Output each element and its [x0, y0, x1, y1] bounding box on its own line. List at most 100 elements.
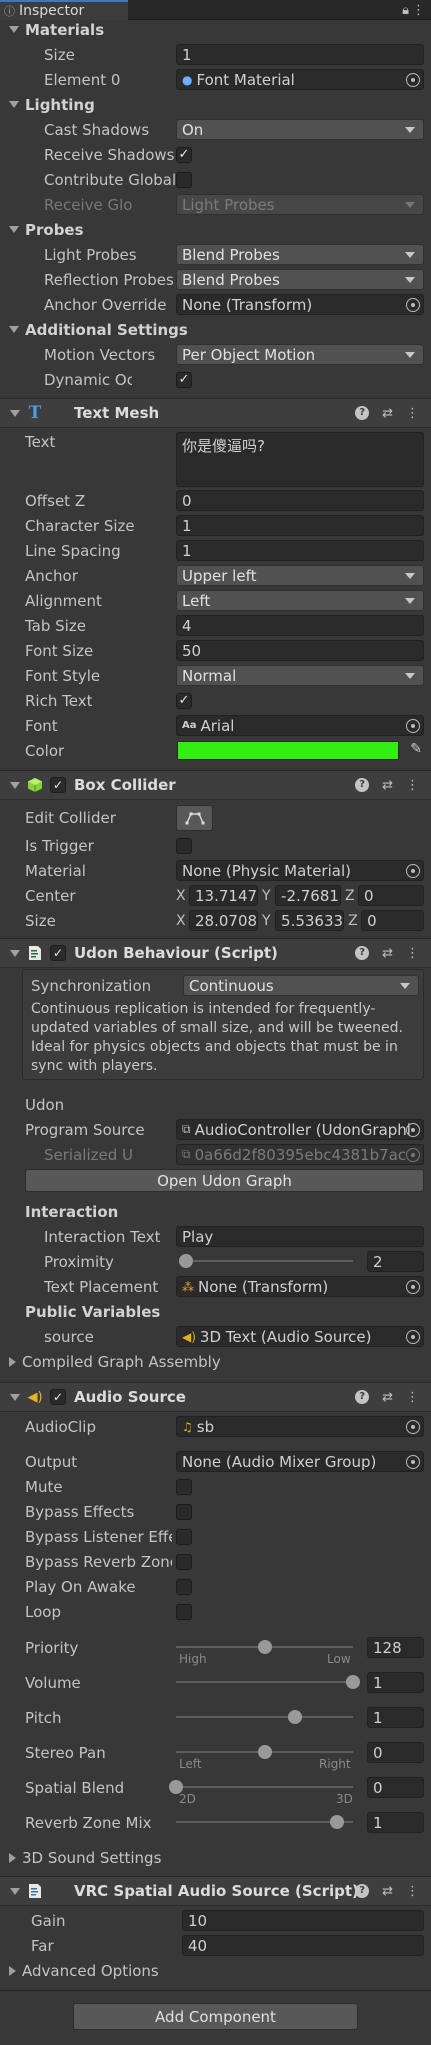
font-field[interactable]: Aa Arial: [176, 715, 424, 736]
reflection-probes-dropdown[interactable]: Blend Probes: [176, 269, 424, 290]
help-icon[interactable]: ?: [355, 405, 370, 420]
bypass-reverb-checkbox[interactable]: [176, 1553, 192, 1570]
sync-dropdown[interactable]: Continuous: [183, 975, 419, 996]
reverb-zone-mix-slider[interactable]: [176, 1815, 353, 1829]
loop-checkbox[interactable]: [176, 1603, 192, 1620]
cast-shadows-dropdown[interactable]: On: [176, 119, 424, 140]
presets-icon[interactable]: ⇄: [382, 778, 393, 793]
compiled-graph-foldout[interactable]: Compiled Graph Assembly: [0, 1349, 431, 1374]
audio-source-enabled-checkbox[interactable]: ✓: [50, 1389, 66, 1405]
font-style-dropdown[interactable]: Normal: [176, 665, 424, 686]
anchor-override-field[interactable]: None (Transform): [176, 294, 424, 315]
priority-field[interactable]: 128: [367, 1637, 424, 1658]
stereo-pan-slider-handle[interactable]: [257, 1745, 272, 1759]
box-collider-header[interactable]: ✓ Box Collider ? ⇄ ⋮: [0, 770, 431, 800]
proximity-field[interactable]: 2: [367, 1251, 424, 1272]
size-y-field[interactable]: 5.53633: [275, 910, 345, 931]
output-field[interactable]: None (Audio Mixer Group): [176, 1451, 424, 1472]
bypass-effects-checkbox[interactable]: [176, 1503, 192, 1520]
eyedropper-icon[interactable]: ✎: [410, 741, 422, 757]
interaction-text-field[interactable]: Play: [176, 1226, 424, 1247]
pitch-slider-handle[interactable]: [287, 1710, 302, 1724]
spatial-blend-slider[interactable]: [169, 1780, 353, 1794]
box-collider-enabled-checkbox[interactable]: ✓: [50, 777, 66, 793]
mute-checkbox[interactable]: [176, 1478, 192, 1495]
motion-vectors-dropdown[interactable]: Per Object Motion: [176, 344, 424, 365]
center-y-field[interactable]: -2.7681: [275, 885, 342, 906]
lighting-foldout[interactable]: Lighting: [0, 92, 431, 117]
size-z-field[interactable]: 0: [361, 910, 424, 931]
additional-settings-foldout[interactable]: Additional Settings: [0, 317, 431, 342]
stereo-pan-field[interactable]: 0: [367, 1742, 424, 1763]
program-source-field[interactable]: ⧉ AudioController (UdonGraphl: [176, 1119, 424, 1140]
help-icon[interactable]: ?: [355, 945, 370, 960]
proximity-slider-handle[interactable]: [179, 1254, 194, 1268]
is-trigger-checkbox[interactable]: [176, 837, 192, 854]
advanced-options-foldout[interactable]: Advanced Options: [0, 1958, 431, 1983]
color-swatch[interactable]: [177, 741, 399, 760]
help-icon[interactable]: ?: [355, 777, 370, 792]
help-icon[interactable]: ?: [355, 1883, 370, 1898]
spatial-blend-field[interactable]: 0: [367, 1777, 424, 1798]
text-mesh-header[interactable]: T Text Mesh ? ⇄ ⋮: [0, 398, 431, 428]
character-size-field[interactable]: 1: [176, 515, 424, 536]
component-menu-icon[interactable]: ⋮: [406, 1390, 419, 1405]
edit-collider-button[interactable]: [176, 805, 213, 831]
center-x-field[interactable]: 13.7147: [189, 885, 259, 906]
alignment-dropdown[interactable]: Left: [176, 590, 424, 611]
component-menu-icon[interactable]: ⋮: [406, 778, 419, 793]
dynamic-occlusion-checkbox[interactable]: ✓: [176, 371, 192, 388]
presets-icon[interactable]: ⇄: [382, 1884, 393, 1899]
materials-element-row: Element 0 ● Font Material: [0, 67, 431, 92]
component-menu-icon[interactable]: ⋮: [406, 946, 419, 961]
offset-z-field[interactable]: 0: [176, 490, 424, 511]
proximity-slider[interactable]: [179, 1254, 353, 1268]
reverb-zone-mix-slider-handle[interactable]: [330, 1815, 345, 1829]
materials-foldout[interactable]: Materials: [0, 17, 431, 42]
light-probes-dropdown[interactable]: Blend Probes: [176, 244, 424, 265]
tab-size-field[interactable]: 4: [176, 615, 424, 636]
gain-field[interactable]: 10: [182, 1910, 424, 1931]
component-menu-icon[interactable]: ⋮: [406, 406, 419, 421]
vrc-spatial-audio-header[interactable]: VRC Spatial Audio Source (Script) ? ⇄ ⋮: [0, 1876, 431, 1906]
volume-slider-handle[interactable]: [346, 1675, 360, 1689]
line-spacing-field[interactable]: 1: [176, 540, 424, 561]
open-udon-graph-button[interactable]: Open Udon Graph: [25, 1169, 424, 1192]
probes-foldout[interactable]: Probes: [0, 217, 431, 242]
3d-sound-settings-foldout[interactable]: 3D Sound Settings: [0, 1845, 431, 1870]
pitch-field[interactable]: 1: [367, 1707, 424, 1728]
presets-icon[interactable]: ⇄: [382, 1390, 393, 1405]
add-component-button[interactable]: Add Component: [73, 2003, 358, 2030]
anchor-dropdown[interactable]: Upper left: [176, 565, 424, 586]
component-menu-icon[interactable]: ⋮: [406, 1884, 419, 1899]
materials-size-field[interactable]: 1: [176, 44, 424, 65]
bypass-listener-checkbox[interactable]: [176, 1528, 192, 1545]
reverb-zone-mix-field[interactable]: 1: [367, 1812, 424, 1833]
font-material-field[interactable]: ● Font Material: [176, 69, 424, 90]
contribute-gi-checkbox[interactable]: [176, 171, 192, 188]
stereo-pan-slider[interactable]: [176, 1745, 353, 1759]
audio-source-header[interactable]: ◀) ✓ Audio Source ? ⇄ ⋮: [0, 1382, 431, 1412]
priority-slider-handle[interactable]: [257, 1640, 272, 1654]
audio-clip-field[interactable]: ♫ sb: [176, 1416, 424, 1437]
text-placement-field[interactable]: ⁂ None (Transform): [176, 1276, 424, 1297]
size-x-field[interactable]: 28.0708: [189, 910, 259, 931]
help-icon[interactable]: ?: [355, 1389, 370, 1404]
udon-behaviour-header[interactable]: ✓ Udon Behaviour (Script) ? ⇄ ⋮: [0, 938, 431, 968]
presets-icon[interactable]: ⇄: [382, 406, 393, 421]
source-field[interactable]: ◀) 3D Text (Audio Source): [176, 1326, 424, 1347]
rich-text-checkbox[interactable]: ✓: [176, 692, 192, 709]
far-field[interactable]: 40: [182, 1935, 424, 1956]
pitch-slider[interactable]: [176, 1710, 353, 1724]
physic-material-field[interactable]: None (Physic Material): [176, 860, 424, 881]
udon-enabled-checkbox[interactable]: ✓: [50, 945, 66, 961]
presets-icon[interactable]: ⇄: [382, 946, 393, 961]
center-z-field[interactable]: 0: [358, 885, 424, 906]
play-on-awake-checkbox[interactable]: [176, 1578, 192, 1595]
text-area[interactable]: 你是傻逼吗?: [176, 432, 424, 487]
font-size-field[interactable]: 50: [176, 640, 424, 661]
volume-field[interactable]: 1: [367, 1672, 424, 1693]
priority-slider[interactable]: [176, 1640, 353, 1654]
receive-shadows-checkbox[interactable]: ✓: [176, 146, 192, 163]
volume-slider[interactable]: [176, 1675, 360, 1689]
